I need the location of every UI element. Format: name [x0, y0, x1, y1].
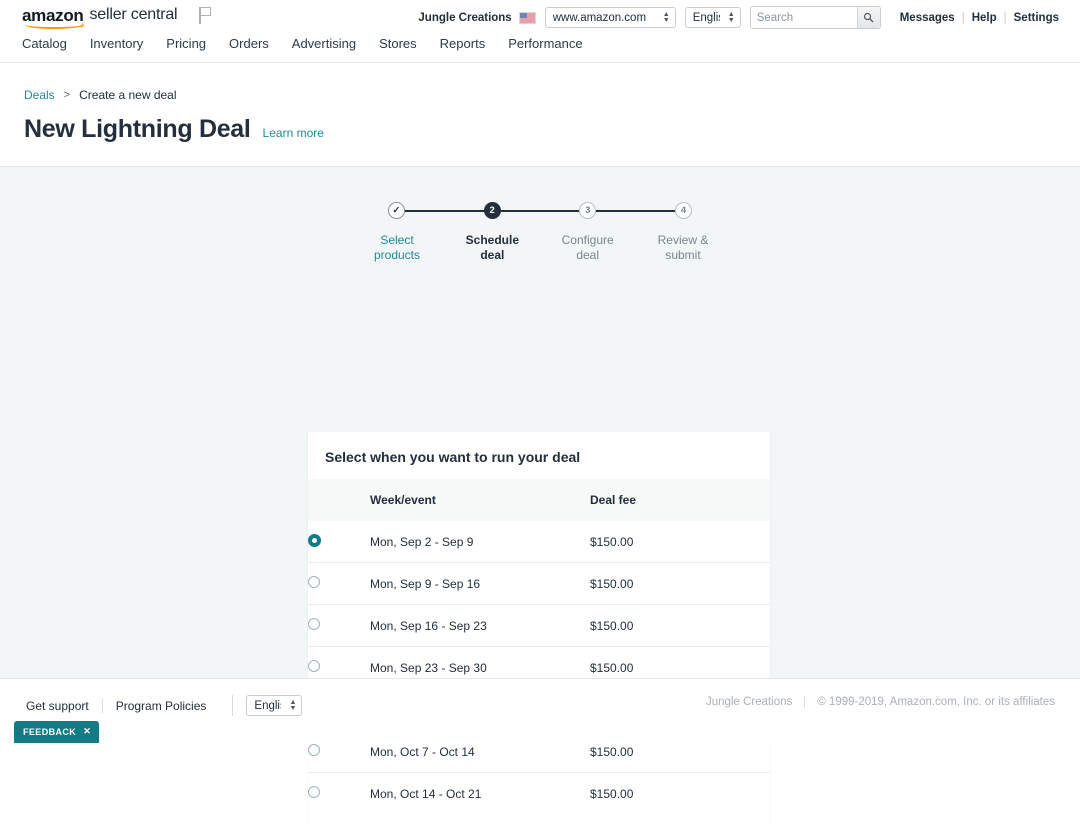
footer-account-name: Jungle Creations: [706, 696, 805, 708]
messages-link[interactable]: Messages: [893, 12, 962, 24]
search-icon: [863, 12, 874, 23]
stepper-track-row: ✓ 2 3 4: [388, 202, 692, 220]
amazon-wordmark: amazon: [22, 7, 84, 24]
nav-item-catalog[interactable]: Catalog: [22, 36, 67, 51]
feedback-button[interactable]: FEEDBACK ✕: [14, 721, 99, 743]
get-support-link[interactable]: Get support: [26, 699, 102, 713]
nav-item-reports[interactable]: Reports: [440, 36, 486, 51]
footer-links: Get support Program Policies English ▲▼: [26, 695, 311, 716]
breadcrumb-current: Create a new deal: [79, 88, 176, 102]
nav-item-performance[interactable]: Performance: [508, 36, 582, 51]
column-header-select: [308, 479, 370, 521]
search-button[interactable]: [857, 7, 880, 28]
program-policies-link[interactable]: Program Policies: [102, 699, 220, 713]
step-marker-2[interactable]: 2: [484, 202, 501, 219]
account-name: Jungle Creations: [418, 12, 511, 24]
radio-week-6[interactable]: [308, 744, 320, 756]
main-nav: Catalog Inventory Pricing Orders Adverti…: [22, 36, 583, 51]
column-header-week: Week/event: [370, 479, 590, 521]
radio-week-1[interactable]: [308, 534, 321, 547]
step-label-schedule-deal: Schedule deal: [453, 233, 531, 263]
radio-week-3[interactable]: [308, 618, 320, 630]
card-title: Select when you want to run your deal: [308, 432, 770, 479]
search-input[interactable]: [751, 7, 857, 28]
title-row: New Lightning Deal Learn more: [24, 115, 1056, 144]
row-week-cell: Mon, Sep 2 - Sep 9: [370, 521, 590, 563]
step-label-review-submit: Review & submit: [644, 233, 722, 263]
settings-link[interactable]: Settings: [1007, 12, 1066, 24]
column-header-fee: Deal fee: [590, 479, 770, 521]
row-week-cell: Mon, Sep 9 - Sep 16: [370, 563, 590, 605]
page-title-area: Deals > Create a new deal New Lightning …: [0, 63, 1080, 167]
step-marker-3[interactable]: 3: [579, 202, 596, 219]
table-row[interactable]: Mon, Sep 16 - Sep 23 $150.00: [308, 605, 770, 647]
table-head: Week/event Deal fee: [308, 479, 770, 521]
table-body: Mon, Sep 2 - Sep 9 $150.00 Mon, Sep 9 - …: [308, 521, 770, 814]
top-header: amazon seller central Catalog Inventory …: [0, 0, 1080, 63]
row-fee-cell: $150.00: [590, 773, 770, 815]
us-flag-icon: [519, 12, 536, 24]
row-select-cell[interactable]: [308, 605, 370, 647]
nav-item-inventory[interactable]: Inventory: [90, 36, 143, 51]
breadcrumb-deals-link[interactable]: Deals: [24, 88, 55, 102]
feedback-label: FEEDBACK: [23, 727, 76, 737]
row-fee-cell: $150.00: [590, 521, 770, 563]
footer-language-select-wrapper[interactable]: English ▲▼: [232, 695, 302, 716]
nav-item-orders[interactable]: Orders: [229, 36, 269, 51]
flag-icon[interactable]: [199, 7, 213, 24]
row-select-cell[interactable]: [308, 773, 370, 815]
close-icon[interactable]: ✕: [83, 726, 91, 737]
search-box[interactable]: [750, 6, 881, 29]
stepper-labels: Select products Schedule deal Configure …: [388, 233, 692, 263]
row-fee-cell: $150.00: [590, 605, 770, 647]
nav-item-advertising[interactable]: Advertising: [292, 36, 356, 51]
learn-more-link[interactable]: Learn more: [263, 126, 324, 140]
step-label-configure-deal: Configure deal: [549, 233, 627, 263]
seller-central-text: seller central: [90, 6, 178, 24]
row-select-cell[interactable]: [308, 521, 370, 563]
header-utility-bar: Jungle Creations www.amazon.com ▲▼ Engli…: [418, 6, 1066, 29]
radio-week-2[interactable]: [308, 576, 320, 588]
nav-item-stores[interactable]: Stores: [379, 36, 417, 51]
radio-week-7[interactable]: [308, 786, 320, 798]
breadcrumb: Deals > Create a new deal: [24, 63, 1056, 102]
amazon-swoosh-icon: [25, 20, 83, 29]
footer-meta: Jungle Creations © 1999-2019, Amazon.com…: [706, 696, 1055, 708]
schedule-deal-card: Select when you want to run your deal We…: [308, 432, 770, 824]
deal-schedule-table: Week/event Deal fee Mon, Sep 2 - Sep 9 $…: [308, 479, 770, 814]
table-row[interactable]: Mon, Sep 2 - Sep 9 $150.00: [308, 521, 770, 563]
footer-copyright: © 1999-2019, Amazon.com, Inc. or its aff…: [805, 696, 1055, 708]
table-row[interactable]: Mon, Sep 9 - Sep 16 $150.00: [308, 563, 770, 605]
table-header-row: Week/event Deal fee: [308, 479, 770, 521]
step-marker-1[interactable]: ✓: [388, 202, 405, 219]
footer-language-select[interactable]: English: [246, 695, 302, 716]
stepper-circles: ✓ 2 3 4: [388, 202, 692, 219]
marketplace-select[interactable]: www.amazon.com: [545, 7, 676, 28]
brand-logo[interactable]: amazon seller central: [22, 6, 213, 24]
row-week-cell: Mon, Sep 16 - Sep 23: [370, 605, 590, 647]
help-link[interactable]: Help: [965, 12, 1004, 24]
step-marker-4[interactable]: 4: [675, 202, 692, 219]
page-title: New Lightning Deal: [24, 115, 251, 144]
language-select[interactable]: English: [685, 7, 741, 28]
marketplace-select-wrapper[interactable]: www.amazon.com ▲▼: [545, 7, 676, 28]
row-select-cell[interactable]: [308, 563, 370, 605]
table-row[interactable]: Mon, Oct 14 - Oct 21 $150.00: [308, 773, 770, 815]
row-week-cell: Mon, Oct 14 - Oct 21: [370, 773, 590, 815]
nav-item-pricing[interactable]: Pricing: [166, 36, 206, 51]
radio-week-4[interactable]: [308, 660, 320, 672]
language-select-wrapper[interactable]: English ▲▼: [685, 7, 741, 28]
row-fee-cell: $150.00: [590, 563, 770, 605]
page-footer: Get support Program Policies English ▲▼ …: [0, 678, 1080, 743]
progress-stepper: ✓ 2 3 4 Select products Schedule deal Co…: [388, 167, 692, 263]
step-label-select-products[interactable]: Select products: [358, 233, 436, 263]
main-content: ✓ 2 3 4 Select products Schedule deal Co…: [0, 167, 1080, 678]
breadcrumb-separator-icon: >: [64, 89, 70, 101]
